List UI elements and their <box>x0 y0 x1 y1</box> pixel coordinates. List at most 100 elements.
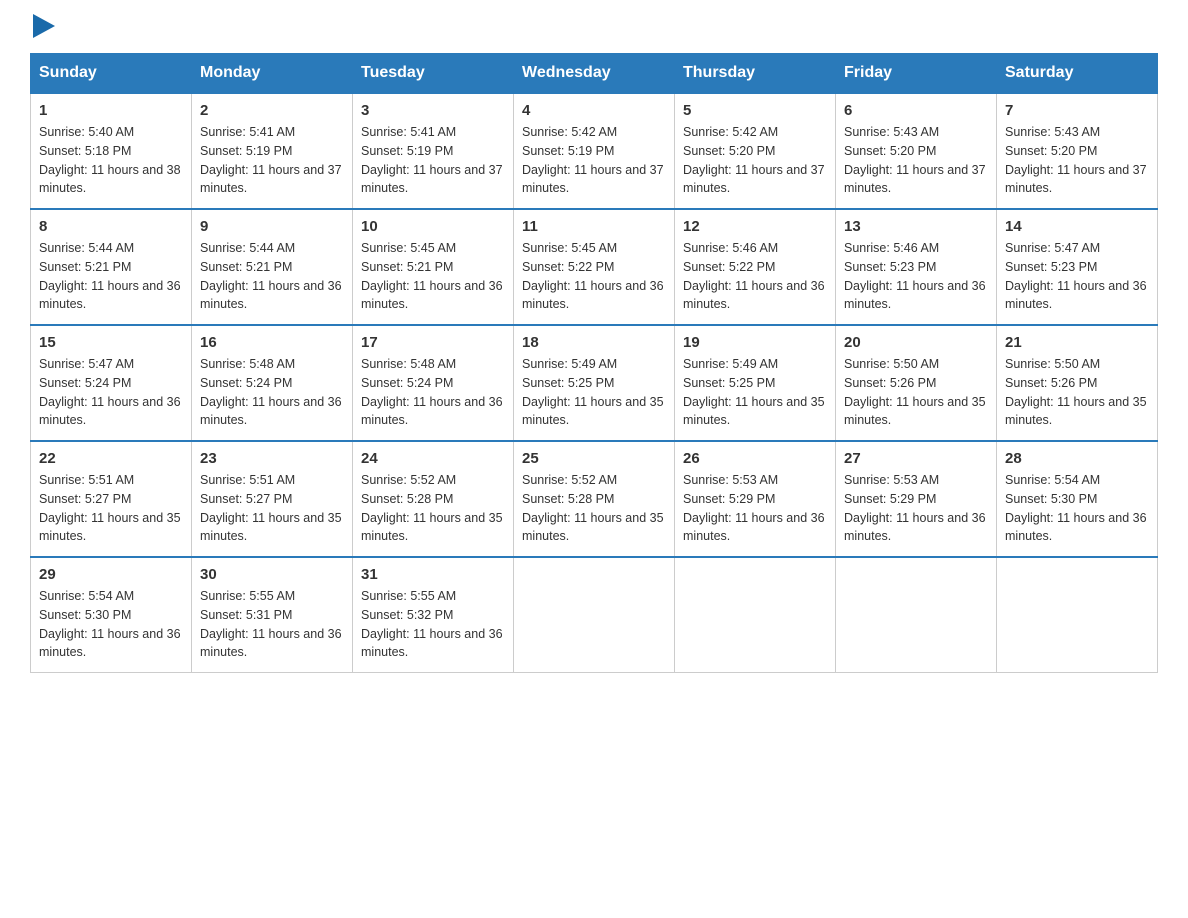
calendar-week-row: 15 Sunrise: 5:47 AMSunset: 5:24 PMDayligh… <box>31 325 1158 441</box>
calendar-cell: 12 Sunrise: 5:46 AMSunset: 5:22 PMDayligh… <box>675 209 836 325</box>
day-number: 15 <box>39 334 183 351</box>
calendar-header-wednesday: Wednesday <box>514 54 675 94</box>
day-info: Sunrise: 5:54 AMSunset: 5:30 PMDaylight:… <box>39 587 183 662</box>
day-info: Sunrise: 5:43 AMSunset: 5:20 PMDaylight:… <box>1005 123 1149 198</box>
calendar-week-row: 1 Sunrise: 5:40 AMSunset: 5:18 PMDaylight… <box>31 93 1158 209</box>
day-number: 21 <box>1005 334 1149 351</box>
calendar-cell: 27 Sunrise: 5:53 AMSunset: 5:29 PMDayligh… <box>836 441 997 557</box>
calendar-cell: 2Sunrise: 5:41 AMSunset: 5:19 PMDaylight… <box>192 93 353 209</box>
logo-arrow-icon <box>33 14 55 38</box>
calendar-week-row: 22 Sunrise: 5:51 AMSunset: 5:27 PMDayligh… <box>31 441 1158 557</box>
day-info: Sunrise: 5:51 AMSunset: 5:27 PMDaylight:… <box>39 471 183 546</box>
day-info: Sunrise: 5:45 AMSunset: 5:22 PMDaylight:… <box>522 239 666 314</box>
day-number: 7 <box>1005 102 1149 119</box>
day-info: Sunrise: 5:51 AMSunset: 5:27 PMDaylight:… <box>200 471 344 546</box>
calendar-header-saturday: Saturday <box>997 54 1158 94</box>
calendar-cell: 14 Sunrise: 5:47 AMSunset: 5:23 PMDayligh… <box>997 209 1158 325</box>
day-number: 23 <box>200 450 344 467</box>
day-number: 30 <box>200 566 344 583</box>
day-number: 4 <box>522 102 666 119</box>
day-number: 18 <box>522 334 666 351</box>
day-info: Sunrise: 5:43 AMSunset: 5:20 PMDaylight:… <box>844 123 988 198</box>
day-number: 25 <box>522 450 666 467</box>
day-number: 19 <box>683 334 827 351</box>
calendar-cell: 7 Sunrise: 5:43 AMSunset: 5:20 PMDaylight… <box>997 93 1158 209</box>
calendar-cell: 24Sunrise: 5:52 AMSunset: 5:28 PMDayligh… <box>353 441 514 557</box>
calendar-cell: 22 Sunrise: 5:51 AMSunset: 5:27 PMDayligh… <box>31 441 192 557</box>
day-info: Sunrise: 5:48 AMSunset: 5:24 PMDaylight:… <box>361 355 505 430</box>
calendar-header-sunday: Sunday <box>31 54 192 94</box>
calendar-header-tuesday: Tuesday <box>353 54 514 94</box>
calendar-cell <box>836 557 997 673</box>
calendar-cell: 6Sunrise: 5:43 AMSunset: 5:20 PMDaylight… <box>836 93 997 209</box>
day-info: Sunrise: 5:42 AMSunset: 5:19 PMDaylight:… <box>522 123 666 198</box>
calendar-cell: 30 Sunrise: 5:55 AMSunset: 5:31 PMDayligh… <box>192 557 353 673</box>
day-info: Sunrise: 5:48 AMSunset: 5:24 PMDaylight:… <box>200 355 344 430</box>
calendar-cell: 8 Sunrise: 5:44 AMSunset: 5:21 PMDaylight… <box>31 209 192 325</box>
calendar-cell: 20Sunrise: 5:50 AMSunset: 5:26 PMDayligh… <box>836 325 997 441</box>
calendar-week-row: 29 Sunrise: 5:54 AMSunset: 5:30 PMDayligh… <box>31 557 1158 673</box>
day-info: Sunrise: 5:45 AMSunset: 5:21 PMDaylight:… <box>361 239 505 314</box>
day-info: Sunrise: 5:40 AMSunset: 5:18 PMDaylight:… <box>39 123 183 198</box>
calendar-cell: 16Sunrise: 5:48 AMSunset: 5:24 PMDayligh… <box>192 325 353 441</box>
day-number: 11 <box>522 218 666 235</box>
day-number: 24 <box>361 450 505 467</box>
day-info: Sunrise: 5:44 AMSunset: 5:21 PMDaylight:… <box>200 239 344 314</box>
calendar-header-friday: Friday <box>836 54 997 94</box>
day-number: 12 <box>683 218 827 235</box>
day-number: 13 <box>844 218 988 235</box>
day-number: 5 <box>683 102 827 119</box>
calendar-cell: 4 Sunrise: 5:42 AMSunset: 5:19 PMDaylight… <box>514 93 675 209</box>
day-info: Sunrise: 5:46 AMSunset: 5:22 PMDaylight:… <box>683 239 827 314</box>
day-number: 22 <box>39 450 183 467</box>
calendar-week-row: 8 Sunrise: 5:44 AMSunset: 5:21 PMDaylight… <box>31 209 1158 325</box>
day-info: Sunrise: 5:55 AMSunset: 5:32 PMDaylight:… <box>361 587 505 662</box>
day-info: Sunrise: 5:55 AMSunset: 5:31 PMDaylight:… <box>200 587 344 662</box>
calendar-cell: 17 Sunrise: 5:48 AMSunset: 5:24 PMDayligh… <box>353 325 514 441</box>
day-info: Sunrise: 5:47 AMSunset: 5:24 PMDaylight:… <box>39 355 183 430</box>
day-info: Sunrise: 5:50 AMSunset: 5:26 PMDaylight:… <box>844 355 988 430</box>
calendar-cell: 25 Sunrise: 5:52 AMSunset: 5:28 PMDayligh… <box>514 441 675 557</box>
day-number: 14 <box>1005 218 1149 235</box>
day-number: 10 <box>361 218 505 235</box>
calendar-cell: 15 Sunrise: 5:47 AMSunset: 5:24 PMDayligh… <box>31 325 192 441</box>
page-header <box>30 20 1158 43</box>
day-info: Sunrise: 5:49 AMSunset: 5:25 PMDaylight:… <box>683 355 827 430</box>
day-number: 31 <box>361 566 505 583</box>
day-number: 28 <box>1005 450 1149 467</box>
day-info: Sunrise: 5:53 AMSunset: 5:29 PMDaylight:… <box>683 471 827 546</box>
calendar-cell: 5 Sunrise: 5:42 AMSunset: 5:20 PMDaylight… <box>675 93 836 209</box>
day-number: 26 <box>683 450 827 467</box>
calendar-header-thursday: Thursday <box>675 54 836 94</box>
day-info: Sunrise: 5:46 AMSunset: 5:23 PMDaylight:… <box>844 239 988 314</box>
day-info: Sunrise: 5:52 AMSunset: 5:28 PMDaylight:… <box>522 471 666 546</box>
calendar-cell: 18 Sunrise: 5:49 AMSunset: 5:25 PMDayligh… <box>514 325 675 441</box>
calendar-cell: 23 Sunrise: 5:51 AMSunset: 5:27 PMDayligh… <box>192 441 353 557</box>
day-info: Sunrise: 5:47 AMSunset: 5:23 PMDaylight:… <box>1005 239 1149 314</box>
day-number: 29 <box>39 566 183 583</box>
day-info: Sunrise: 5:53 AMSunset: 5:29 PMDaylight:… <box>844 471 988 546</box>
day-info: Sunrise: 5:44 AMSunset: 5:21 PMDaylight:… <box>39 239 183 314</box>
calendar-cell: 9Sunrise: 5:44 AMSunset: 5:21 PMDaylight… <box>192 209 353 325</box>
day-number: 3 <box>361 102 505 119</box>
day-number: 17 <box>361 334 505 351</box>
day-info: Sunrise: 5:49 AMSunset: 5:25 PMDaylight:… <box>522 355 666 430</box>
day-number: 8 <box>39 218 183 235</box>
calendar-cell: 3 Sunrise: 5:41 AMSunset: 5:19 PMDaylight… <box>353 93 514 209</box>
day-info: Sunrise: 5:42 AMSunset: 5:20 PMDaylight:… <box>683 123 827 198</box>
day-info: Sunrise: 5:50 AMSunset: 5:26 PMDaylight:… <box>1005 355 1149 430</box>
calendar-cell: 19 Sunrise: 5:49 AMSunset: 5:25 PMDayligh… <box>675 325 836 441</box>
day-info: Sunrise: 5:41 AMSunset: 5:19 PMDaylight:… <box>361 123 505 198</box>
day-number: 27 <box>844 450 988 467</box>
calendar-cell <box>514 557 675 673</box>
calendar-cell: 10 Sunrise: 5:45 AMSunset: 5:21 PMDayligh… <box>353 209 514 325</box>
calendar-cell: 29 Sunrise: 5:54 AMSunset: 5:30 PMDayligh… <box>31 557 192 673</box>
calendar-cell: 1 Sunrise: 5:40 AMSunset: 5:18 PMDaylight… <box>31 93 192 209</box>
calendar-cell <box>997 557 1158 673</box>
day-number: 1 <box>39 102 183 119</box>
calendar-cell: 13 Sunrise: 5:46 AMSunset: 5:23 PMDayligh… <box>836 209 997 325</box>
calendar-header-row: SundayMondayTuesdayWednesdayThursdayFrid… <box>31 54 1158 94</box>
day-info: Sunrise: 5:54 AMSunset: 5:30 PMDaylight:… <box>1005 471 1149 546</box>
day-info: Sunrise: 5:41 AMSunset: 5:19 PMDaylight:… <box>200 123 344 198</box>
calendar-cell: 31 Sunrise: 5:55 AMSunset: 5:32 PMDayligh… <box>353 557 514 673</box>
